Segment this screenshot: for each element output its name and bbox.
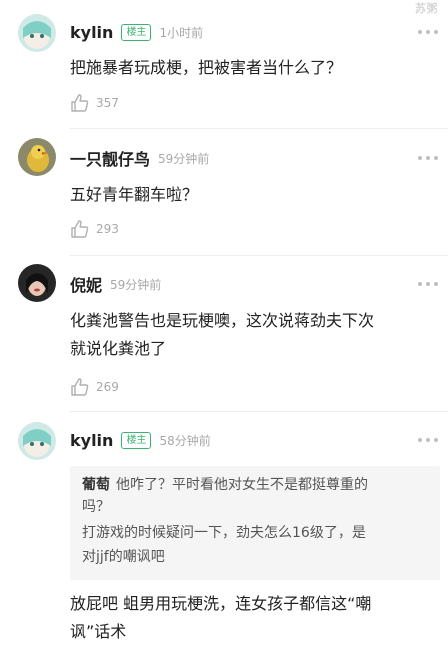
divider xyxy=(70,411,448,412)
like-count: 269 xyxy=(96,380,119,394)
avatar[interactable] xyxy=(18,422,56,460)
comment-text-line: 把施暴者玩成梗，把被害者当什么了？ xyxy=(70,58,343,77)
comment-header: 倪妮 59分钟前 xyxy=(70,271,161,297)
comment-header: kylin 楼主 58分钟前 xyxy=(70,427,211,453)
thumbs-up-icon xyxy=(71,94,89,112)
watermark: 苏粥 xyxy=(415,2,438,15)
comment-text: 把施暴者玩成梗，把被害者当什么了？ xyxy=(70,54,430,82)
more-options-icon[interactable] xyxy=(418,434,438,446)
avatar[interactable] xyxy=(18,138,56,176)
username[interactable]: kylin xyxy=(70,23,113,42)
comment-text-line: 五好青年翻车啦？ xyxy=(70,185,199,204)
like-button[interactable]: 357 xyxy=(70,92,119,114)
comment-text: 化粪池警告也是玩梗噢，这次说蒋劲夫下次 就说化粪池了 xyxy=(70,307,430,363)
quote-line: 吗？ xyxy=(82,499,110,515)
quote-author[interactable]: 葡萄 xyxy=(82,477,110,493)
thumbs-up-icon xyxy=(71,220,89,238)
comment-text: 五好青年翻车啦？ xyxy=(70,181,430,209)
comment-header: kylin 楼主 1小时前 xyxy=(70,19,203,45)
quote-line: 打游戏的时候疑问一下，劲夫怎么16级了，是 xyxy=(82,525,366,541)
owner-badge: 楼主 xyxy=(121,431,152,449)
quoted-reply[interactable]: 葡萄 他咋了？平时看他对女生不是都挺尊重的 吗？ 打游戏的时候疑问一下，劲夫怎么1… xyxy=(70,466,440,580)
username[interactable]: kylin xyxy=(70,431,113,450)
comment-text: 放屁吧 蛆男用玩梗洗，连女孩子都信这“嘲 讽”话术 xyxy=(70,590,430,646)
owner-badge: 楼主 xyxy=(121,23,152,41)
comment-text-line: 放屁吧 蛆男用玩梗洗，连女孩子都信这“嘲 xyxy=(70,594,372,613)
comment-text-line: 就说化粪池了 xyxy=(70,339,167,358)
divider xyxy=(70,255,448,256)
comment-text-line: 讽”话术 xyxy=(70,622,127,641)
like-count: 293 xyxy=(96,222,119,236)
more-options-icon[interactable] xyxy=(418,278,438,290)
timestamp: 1小时前 xyxy=(159,25,204,40)
more-options-icon[interactable] xyxy=(418,152,438,164)
quote-line: 对jjf的嘲讽吧 xyxy=(82,549,165,565)
comment-header: 一只靓仔鸟 59分钟前 xyxy=(70,145,209,171)
quote-text: 他咋了？平时看他对女生不是都挺尊重的 xyxy=(116,477,368,493)
like-button[interactable]: 293 xyxy=(70,218,119,240)
avatar[interactable] xyxy=(18,264,56,302)
avatar[interactable] xyxy=(18,14,56,52)
divider xyxy=(70,128,448,129)
more-options-icon[interactable] xyxy=(418,26,438,38)
username[interactable]: 一只靓仔鸟 xyxy=(70,146,150,170)
timestamp: 58分钟前 xyxy=(159,433,211,448)
thumbs-up-icon xyxy=(71,378,89,396)
username[interactable]: 倪妮 xyxy=(70,272,102,296)
timestamp: 59分钟前 xyxy=(110,277,162,292)
comment-text-line: 化粪池警告也是玩梗噢，这次说蒋劲夫下次 xyxy=(70,311,375,330)
timestamp: 59分钟前 xyxy=(158,151,210,166)
like-button[interactable]: 269 xyxy=(70,376,119,398)
like-count: 357 xyxy=(96,96,119,110)
quote-line: 葡萄 他咋了？平时看他对女生不是都挺尊重的 xyxy=(82,474,430,496)
